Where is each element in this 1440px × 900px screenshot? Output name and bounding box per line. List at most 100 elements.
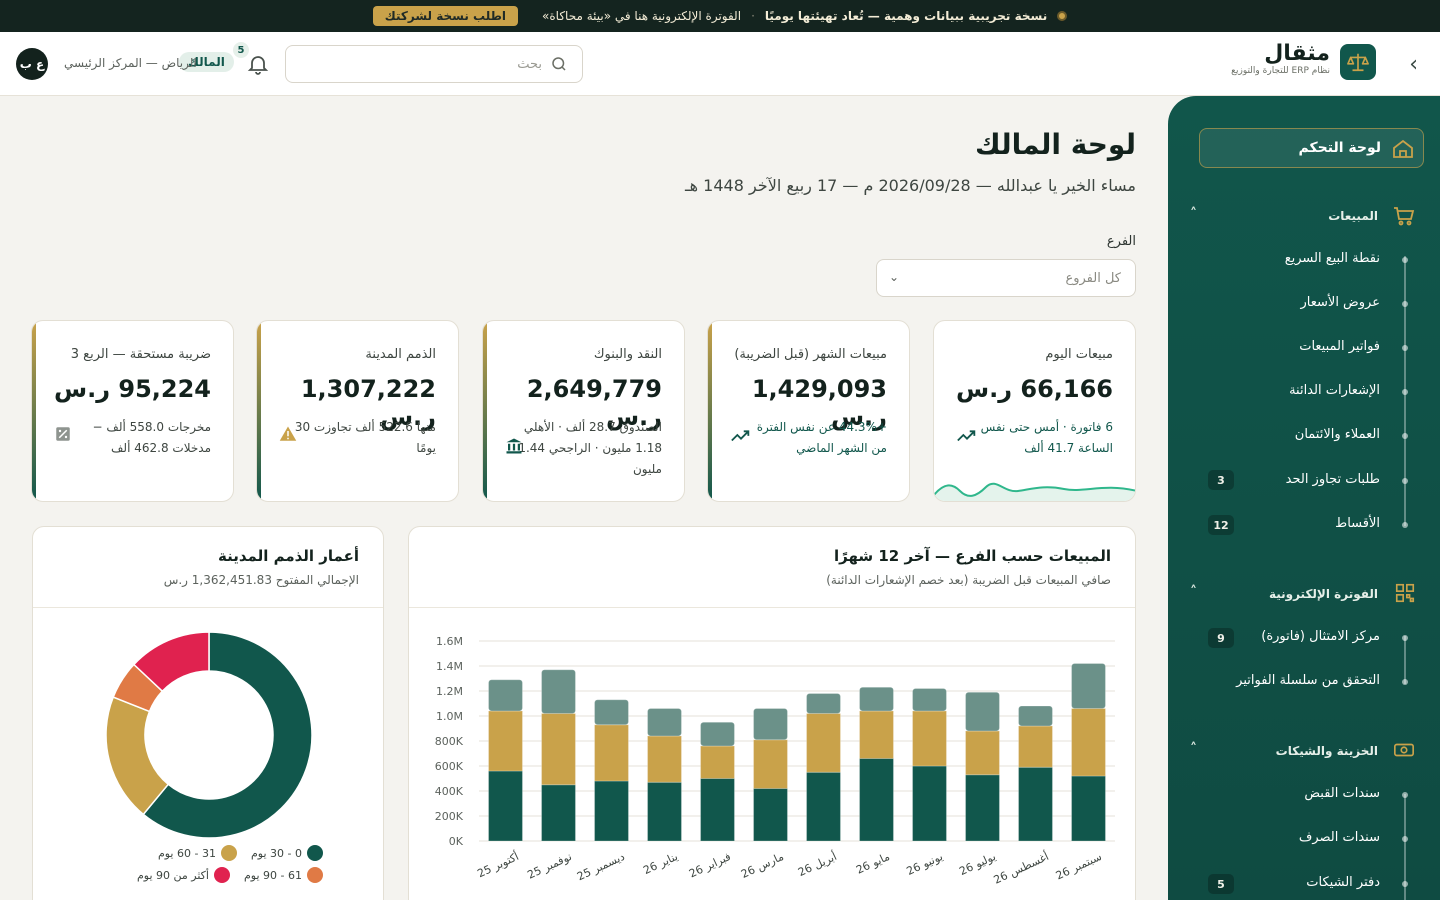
y-tick-label: 1.6M [436,635,463,648]
bar-segment [594,724,629,782]
sales-by-branch-card: المبيعات حسب الفرع — آخر 12 شهرًا صافي ا… [408,526,1136,900]
x-tick-label: مارس 26 [739,850,786,881]
x-tick-label: ديسمبر 25 [575,850,627,883]
kpi-title: مبيعات اليوم [1045,347,1113,362]
scale-logo-icon [1340,44,1376,80]
legend-item: أكثر من 90 يوم [137,867,230,883]
bar-segment [965,691,1000,732]
kpi-detail: الصندوق 28.7 ألف · الأهلي 1.18 مليون · ا… [518,420,662,476]
chevron-up-icon: ˄ [1190,206,1197,222]
sidebar-item-credit-notes[interactable]: الإشعارات الدائنة [1289,381,1380,401]
chevron-up-icon: ˄ [1190,584,1197,600]
sidebar-item-limit-requests[interactable]: طلبات تجاوز الحد [1286,470,1380,490]
bar-segment [806,713,841,773]
bar-segment [488,679,523,712]
bar-segment [1018,725,1053,768]
kpi-receivables[interactable]: الذمم المدينة 1,307,222 ر.س منها 522.6 أ… [256,320,459,502]
cash-icon [1394,743,1414,757]
kpi-title: الذمم المدينة [365,347,436,362]
count-badge: 12 [1208,515,1234,535]
collapse-sidebar-icon[interactable]: › [1409,52,1418,77]
y-tick-label: 1.2M [436,685,463,698]
bar-segment [594,780,629,842]
count-badge: 5 [1208,874,1234,894]
kpi-detail: منها 522.6 ألف تجاوزت 30 يومًا [294,420,436,455]
brand-subtitle: نظام ERP للتجارة والتوزيع [1231,66,1330,76]
bar-segment [912,688,947,712]
bar-segment [700,721,735,747]
legend-swatch [307,867,323,883]
sidebar-item-checkbook[interactable]: دفتر الشيكات [1306,873,1380,893]
kpi-detail: +44.3% عن نفس الفترة من الشهر الماضي [756,420,887,455]
warning-icon [279,426,297,441]
bar-segment [647,708,682,737]
y-tick-label: 200K [435,810,464,823]
legend-item: 0 - 30 يوم [251,845,323,861]
aging-title: أعمار الذمم المدينة [218,547,359,565]
bar-segment [1071,708,1106,777]
x-tick-label: يناير 26 [641,850,679,877]
sidebar-item-customers[interactable]: العملاء والائتمان [1295,425,1380,445]
x-tick-label: نوفمبر 25 [525,850,573,882]
bar-segment [912,710,947,767]
aging-subtitle: الإجمالي المفتوح 1,362,451.83 ر.س [163,573,359,587]
chart-subtitle: صافي المبيعات قبل الضريبة (بعد خصم الإشع… [826,573,1111,587]
x-tick-label: أكتوبر 25 [475,849,521,880]
kpi-today-sales[interactable]: مبيعات اليوم 66,166 ر.س 6 فاتورة · أمس ح… [933,320,1136,502]
sidebar-item-pos[interactable]: نقطة البيع السريع [1285,249,1380,269]
x-tick-label: فبراير 26 [687,850,733,881]
search-input[interactable]: بحث [285,45,583,83]
kpi-month-sales[interactable]: مبيعات الشهر (قبل الضريبة) 1,429,093 ر.س… [707,320,910,502]
legend-item: 31 - 60 يوم [158,845,237,861]
sidebar-item-installments[interactable]: الأقساط [1335,514,1380,534]
sidebar-item-receipts[interactable]: سندات القبض [1304,784,1380,804]
sidebar-item-dashboard[interactable]: لوحة التحكم [1199,128,1424,168]
count-badge: 9 [1208,628,1234,648]
section-label: المبيعات [1328,209,1378,223]
bar-segment [859,758,894,842]
bar-segment [806,771,841,842]
branch-filter-select[interactable]: كل الفروع ⌄ [876,259,1136,297]
sidebar-section-treasury[interactable]: الخزينة والشيكات ˄ [1188,739,1416,763]
aging-donut-chart [105,631,313,839]
sidebar-section-einvoice[interactable]: الفوترة الإلكترونية ˄ [1188,582,1416,606]
sidebar-section-sales[interactable]: المبيعات ˄ [1188,204,1416,228]
x-tick-label: يوليو 26 [957,850,997,878]
bar-segment [647,781,682,842]
bar-segment [965,774,1000,842]
aging-legend: 0 - 30 يوم 31 - 60 يوم 61 - 90 يوم أكثر … [83,845,323,883]
legend-swatch [307,845,323,861]
kpi-cash-banks[interactable]: النقد والبنوك 2,649,779 ر.س الصندوق 28.7… [482,320,685,502]
banner-separator: · [751,9,755,23]
sidebar-item-chain-verify[interactable]: التحقق من سلسلة الفواتير [1236,671,1380,691]
bar-segment [541,669,576,714]
bar-segment [700,745,735,779]
bar-segment [912,765,947,842]
bar-segment [859,710,894,759]
bank-icon [506,438,522,454]
y-tick-label: 600K [435,760,464,773]
kpi-value: 66,166 ر.س [955,375,1113,403]
demo-banner: نسخة تجريبية ببيانات وهمية — تُعاد تهيئت… [0,0,1440,32]
branch-filter-label: الفرع [1106,234,1136,249]
x-tick-label: أغسطس 26 [991,849,1051,887]
sidebar-item-sales-invoices[interactable]: فواتير المبيعات [1299,337,1380,357]
kpi-title: ضريبة مستحقة — الربع 3 [70,347,211,362]
bell-icon[interactable] [246,52,270,76]
avatar[interactable]: ع ب [16,48,48,80]
kpi-value: 95,224 ر.س [53,375,211,403]
bar-segment [1018,705,1053,727]
sidebar-item-payments[interactable]: سندات الصرف [1299,828,1380,848]
count-badge: 3 [1208,470,1234,490]
bar-segment [594,699,629,726]
request-copy-button[interactable]: اطلب نسخة لشركتك [372,6,519,26]
kpi-vat-due[interactable]: ضريبة مستحقة — الربع 3 95,224 ر.س مخرجات… [31,320,234,502]
bar-segment [700,778,735,842]
receivables-aging-card: أعمار الذمم المدينة الإجمالي المفتوح 1,3… [32,526,384,900]
bar-segment [859,686,894,712]
sidebar-item-compliance-center[interactable]: مركز الامتثال (فاتورة) [1261,627,1380,647]
y-tick-label: 0K [449,835,464,848]
bar-segment [1071,775,1106,842]
greeting: مساء الخير يا عبدالله — 2026/09/28 م — 1… [684,176,1136,195]
sidebar-item-quotes[interactable]: عروض الأسعار [1301,293,1381,313]
